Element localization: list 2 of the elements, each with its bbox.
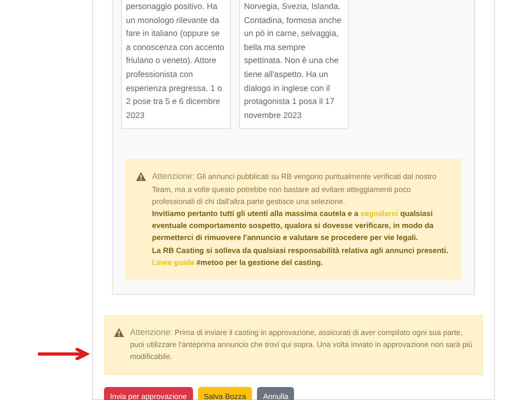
role-description: Norvegia, Svezia, Islanda. Contadina, formosa anche un pò in carne, selvaggia, bella ma sempre spettinata. Non è una che tiene all'aspetto. Ha un dialogo in inglese con il protagonista 1 posa il 17 novembre 2023 [244,1,342,120]
role-description: personaggio positivo. Ha un monologo rilevante da fare in italiano (oppure se a conoscenza con accento friulano o veneto). Attore professionista con esperienza pregressa. 1 o 2 pose tra 5 e 6 dicembre 2023 [126,1,224,120]
